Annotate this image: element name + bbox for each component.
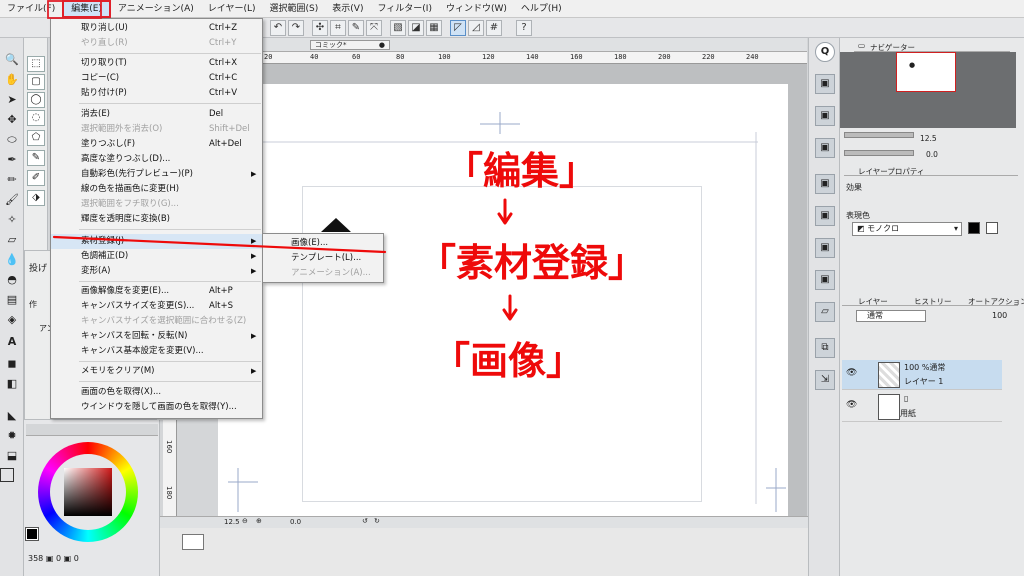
annotation-step-register-material: 「素材登録」	[418, 240, 647, 285]
annotation-step-image: 「画像」	[432, 338, 585, 383]
red-annotation-overlay	[47, 0, 518, 321]
annotation-underline	[52, 235, 387, 254]
annotation-edit-box	[47, 0, 102, 19]
annotation-step-edit: 「編集」	[445, 148, 598, 193]
clip-studio-window: ファイル(F) 編集(E) アニメーション(A) レイヤー(L) 選択範囲(S)…	[0, 0, 1024, 576]
